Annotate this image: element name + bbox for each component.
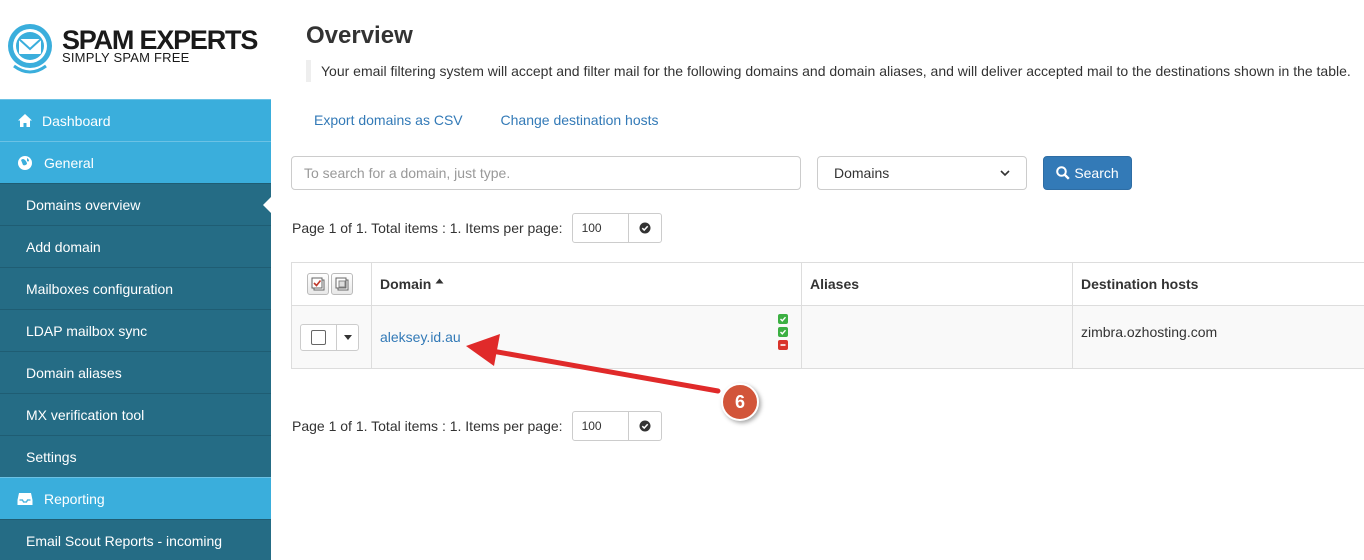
status-icons xyxy=(778,314,788,350)
chevron-down-icon xyxy=(1000,170,1010,177)
logo[interactable]: SPAM EXPERTS SIMPLY SPAM FREE xyxy=(0,0,271,99)
domain-cell: aleksey.id.au xyxy=(372,306,802,368)
pager-top: Page 1 of 1. Total items : 1. Items per … xyxy=(292,213,662,243)
sidebar-item-settings[interactable]: Settings xyxy=(0,435,271,477)
sidebar-item-label: Mailboxes configuration xyxy=(26,280,174,297)
domain-column-header[interactable]: Domain xyxy=(372,263,802,305)
sort-ascending-icon xyxy=(435,278,444,284)
page-title: Overview xyxy=(306,22,413,49)
main-content: Overview Your email filtering system wil… xyxy=(271,0,1364,560)
search-button[interactable]: Search xyxy=(1043,156,1132,190)
logo-envelope-icon xyxy=(8,24,52,74)
search-icon xyxy=(1056,166,1070,180)
sidebar-nav: Dashboard General Domains overview Add d… xyxy=(0,99,271,560)
bulk-icons xyxy=(307,273,353,295)
destination-header-label: Destination hosts xyxy=(1081,276,1199,292)
caret-down-icon xyxy=(343,335,352,340)
sidebar-item-dashboard[interactable]: Dashboard xyxy=(0,99,271,141)
sidebar-item-label: LDAP mailbox sync xyxy=(26,322,148,339)
status-error-icon xyxy=(778,340,788,350)
sidebar-item-domain-aliases[interactable]: Domain aliases xyxy=(0,351,271,393)
select-all-icon[interactable] xyxy=(307,273,329,295)
aliases-column-header: Aliases xyxy=(802,263,1073,305)
sidebar-item-label: Settings xyxy=(26,448,77,465)
check-circle-icon xyxy=(639,222,651,234)
items-per-page-input[interactable]: 100 xyxy=(573,412,629,440)
apply-per-page-button[interactable] xyxy=(629,412,661,440)
apply-per-page-button[interactable] xyxy=(629,214,661,242)
sidebar-item-email-scout-reports-incoming[interactable]: Email Scout Reports - incoming xyxy=(0,519,271,560)
pager-text: Page 1 of 1. Total items : 1. Items per … xyxy=(292,418,563,434)
change-destination-hosts-link[interactable]: Change destination hosts xyxy=(501,112,659,128)
sidebar-item-label: Add domain xyxy=(26,238,101,255)
row-checkbox[interactable] xyxy=(301,325,337,350)
sidebar-item-general[interactable]: General xyxy=(0,141,271,183)
destination-cell: zimbra.ozhosting.com xyxy=(1073,306,1364,368)
sidebar-item-mailboxes-configuration[interactable]: Mailboxes configuration xyxy=(0,267,271,309)
destination-host-value: zimbra.ozhosting.com xyxy=(1081,324,1218,340)
domain-search-input[interactable] xyxy=(291,156,801,190)
items-per-page-control: 100 xyxy=(571,411,662,441)
sidebar-item-label: General xyxy=(44,154,94,171)
aliases-header-label: Aliases xyxy=(810,276,860,292)
items-per-page-input[interactable]: 100 xyxy=(573,214,629,242)
status-ok-icon xyxy=(778,327,788,337)
export-csv-link[interactable]: Export domains as CSV xyxy=(314,112,463,128)
intro-text: Your email filtering system will accept … xyxy=(306,60,1351,82)
sidebar: SPAM EXPERTS SIMPLY SPAM FREE Dashboard … xyxy=(0,0,271,560)
sidebar-item-label: Email Scout Reports - incoming xyxy=(26,532,223,549)
domain-link[interactable]: aleksey.id.au xyxy=(380,329,461,345)
action-links: Export domains as CSV Change destination… xyxy=(314,112,693,128)
bulk-select-header xyxy=(292,263,372,305)
sidebar-item-label: MX verification tool xyxy=(26,406,145,423)
row-select-control xyxy=(300,324,359,351)
pager-bottom: Page 1 of 1. Total items : 1. Items per … xyxy=(292,411,662,441)
sidebar-item-add-domain[interactable]: Add domain xyxy=(0,225,271,267)
inbox-icon xyxy=(16,490,34,508)
sidebar-item-mx-verification-tool[interactable]: MX verification tool xyxy=(0,393,271,435)
destination-column-header: Destination hosts xyxy=(1073,263,1364,305)
globe-icon xyxy=(16,154,34,172)
search-button-label: Search xyxy=(1074,165,1119,181)
table-row: aleksey.id.au zimbra.ozhosting.com xyxy=(292,306,1364,368)
sidebar-item-label: Domains overview xyxy=(26,196,141,213)
row-select-cell xyxy=(292,306,372,368)
pager-text: Page 1 of 1. Total items : 1. Items per … xyxy=(292,220,563,236)
step-number-badge: 6 xyxy=(721,383,759,421)
table-header: Domain Aliases Destination hosts xyxy=(292,263,1364,306)
sidebar-item-label: Dashboard xyxy=(42,112,111,129)
row-actions-dropdown[interactable] xyxy=(337,325,358,350)
check-circle-icon xyxy=(639,420,651,432)
sidebar-item-domains-overview[interactable]: Domains overview xyxy=(0,183,271,225)
select-page-icon[interactable] xyxy=(331,273,353,295)
aliases-cell xyxy=(802,306,1073,368)
home-icon xyxy=(16,112,34,130)
domains-table: Domain Aliases Destination hosts aleksey… xyxy=(291,262,1364,369)
sidebar-item-reporting[interactable]: Reporting xyxy=(0,477,271,519)
search-type-select[interactable]: Domains xyxy=(817,156,1027,190)
brand-subtitle: SIMPLY SPAM FREE xyxy=(62,50,190,65)
items-per-page-control: 100 xyxy=(571,213,662,243)
search-type-value: Domains xyxy=(834,165,890,181)
sidebar-item-ldap-mailbox-sync[interactable]: LDAP mailbox sync xyxy=(0,309,271,351)
sidebar-item-label: Reporting xyxy=(44,490,105,507)
status-ok-icon xyxy=(778,314,788,324)
domain-header-label: Domain xyxy=(380,276,432,292)
sidebar-item-label: Domain aliases xyxy=(26,364,122,381)
